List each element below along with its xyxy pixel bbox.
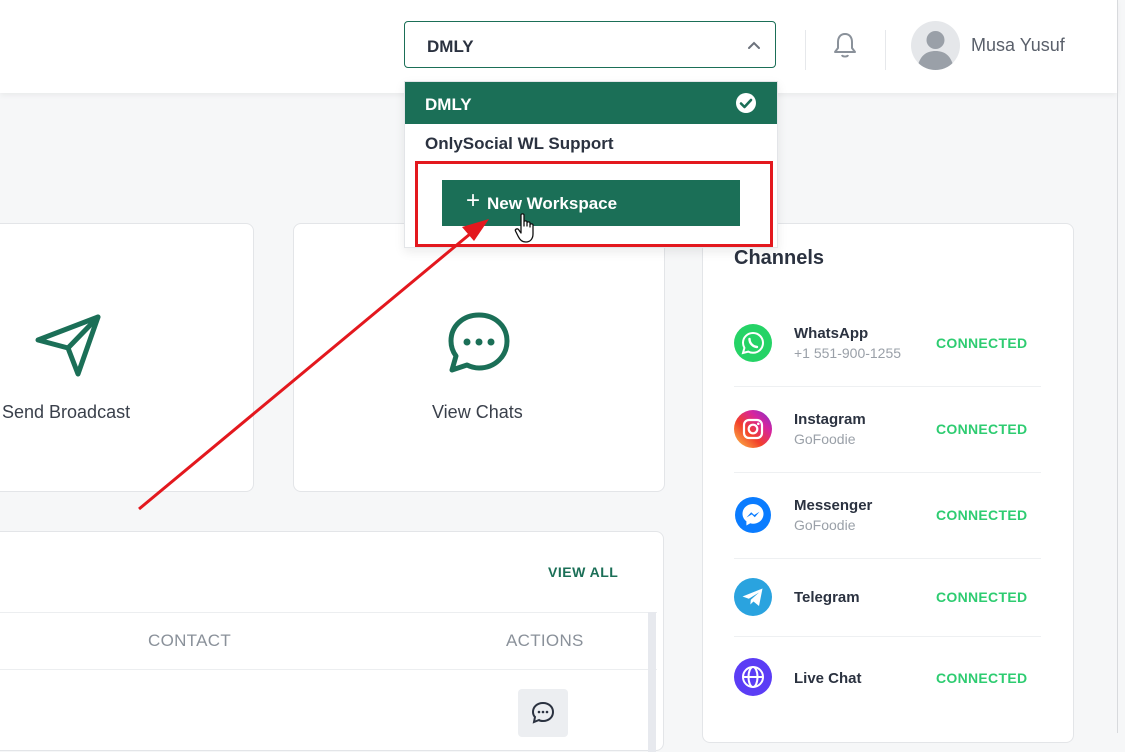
workspace-select-value: DMLY	[427, 37, 474, 56]
column-header-actions: ACTIONS	[506, 631, 584, 650]
send-icon	[35, 314, 101, 377]
send-broadcast-card[interactable]: Send Broadcast	[0, 223, 254, 492]
instagram-icon	[734, 410, 772, 448]
chat-icon	[531, 701, 555, 724]
channels-title: Channels	[734, 247, 825, 269]
workspace-option-dmly[interactable]: DMLY	[405, 82, 777, 124]
whatsapp-icon	[734, 324, 772, 362]
channel-name: Messenger	[794, 497, 873, 514]
divider	[805, 30, 806, 70]
user-name[interactable]: Musa Yusuf	[971, 35, 1065, 56]
chevron-up-icon	[748, 41, 760, 49]
chat-bubble-icon	[448, 312, 510, 373]
channel-sub: +1 551-900-1255	[794, 345, 902, 361]
channel-row-whatsapp[interactable]: WhatsApp +1 551-900-1255 CONNECTED	[734, 300, 1041, 387]
channel-name: Live Chat	[794, 670, 862, 687]
send-broadcast-label: Send Broadcast	[2, 402, 131, 422]
channel-status: CONNECTED	[936, 421, 1028, 437]
open-chat-button[interactable]	[518, 689, 568, 737]
workspace-option-label: DMLY	[425, 95, 472, 114]
annotation-highlight-box	[415, 161, 773, 247]
channel-row-instagram[interactable]: Instagram GoFoodie CONNECTED	[734, 386, 1041, 473]
avatar[interactable]	[911, 21, 960, 70]
workspace-option-onlysocial[interactable]: OnlySocial WL Support	[425, 134, 614, 154]
scrollbar[interactable]	[648, 612, 656, 752]
channel-row-live-chat[interactable]: Live Chat CONNECTED	[734, 636, 1041, 722]
channel-status: CONNECTED	[936, 670, 1028, 686]
user-silhouette-icon	[917, 31, 954, 70]
channel-name: Telegram	[794, 589, 860, 606]
channel-sub: GoFoodie	[794, 431, 856, 447]
view-chats-card[interactable]: View Chats	[293, 223, 665, 492]
channel-status: CONNECTED	[936, 335, 1028, 351]
divider	[885, 30, 886, 70]
top-bar: DMLY Musa Yusuf	[0, 0, 1117, 93]
bell-icon[interactable]	[830, 30, 860, 60]
check-circle-icon	[736, 93, 756, 113]
workspace-select[interactable]: DMLY	[404, 21, 776, 68]
view-all-link[interactable]: VIEW ALL	[548, 564, 618, 580]
channels-panel: Channels WhatsApp +1 551-900-1255 CONNEC…	[702, 223, 1074, 743]
channel-name: WhatsApp	[794, 325, 869, 342]
telegram-icon	[734, 578, 772, 616]
channel-sub: GoFoodie	[794, 517, 856, 533]
messenger-icon	[734, 496, 772, 534]
channel-row-messenger[interactable]: Messenger GoFoodie CONNECTED	[734, 472, 1041, 559]
view-chats-label: View Chats	[432, 402, 523, 422]
window-edge	[1117, 0, 1118, 733]
globe-icon	[734, 658, 772, 696]
column-header-contact: CONTACT	[148, 631, 231, 650]
table-header: CONTACT ACTIONS	[0, 612, 657, 670]
channel-row-telegram[interactable]: Telegram CONNECTED	[734, 558, 1041, 637]
recent-table-card: VIEW ALL CONTACT ACTIONS	[0, 531, 664, 752]
channel-status: CONNECTED	[936, 507, 1028, 523]
channel-status: CONNECTED	[936, 589, 1028, 605]
hand-cursor-icon	[514, 213, 534, 243]
channel-name: Instagram	[794, 411, 866, 428]
